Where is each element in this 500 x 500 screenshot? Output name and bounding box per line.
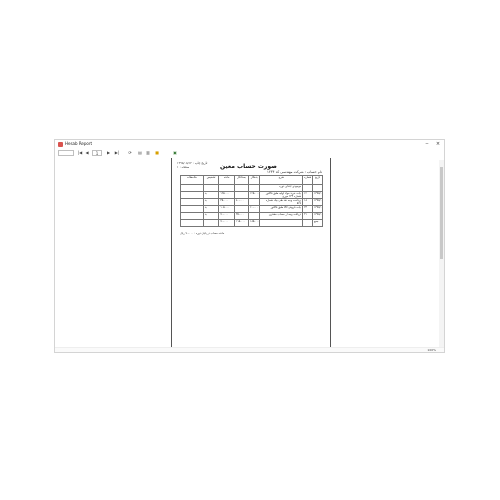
prev-page-button[interactable]: ◀	[84, 150, 90, 156]
window-title: Hesab Report	[65, 141, 93, 146]
table-cell	[302, 184, 314, 192]
table-row: بد ۱۲۵،۰۰۰ ۱۲۵،۰۰۰ بابت خرید مواد اولیه طبق…	[180, 191, 323, 199]
table-cell: ۱۸۵،۰۰۰	[248, 219, 261, 227]
scrollbar-thumb[interactable]	[440, 167, 443, 259]
table-cell: موجودی ابتدای دوره	[259, 184, 304, 192]
table-cell: ۱۸	[302, 198, 314, 206]
table-cell: بد	[202, 212, 220, 220]
close-button[interactable]: ×	[433, 140, 443, 149]
table-cell: ۴۵،۰۰۰	[218, 198, 235, 206]
column-header: مانده	[218, 175, 235, 185]
table-cell: ۱۰۵،۰۰۰	[218, 205, 235, 213]
minimize-button[interactable]: ‒	[422, 140, 432, 149]
table-cell	[248, 212, 261, 220]
table-cell	[180, 205, 204, 213]
export-icon[interactable]: ▣	[172, 150, 178, 156]
title-bar: Hesab Report ‒ ×	[55, 140, 444, 149]
table-cell	[302, 219, 314, 227]
page-number-input[interactable]: 1	[92, 150, 102, 156]
table-cell: ۱۲	[302, 191, 314, 199]
table-cell: ۳۱	[302, 212, 314, 220]
table-cell: بابت خرید مواد اولیه طبق فاکتور شماره ۲۳…	[259, 191, 304, 199]
table-row: موجودی ابتدای دوره	[180, 184, 323, 192]
first-page-button[interactable]: |◀	[77, 150, 83, 156]
table-cell	[218, 184, 235, 192]
vertical-scrollbar[interactable]	[439, 160, 444, 348]
page-setup-icon[interactable]: ▥	[145, 150, 151, 156]
table-header-row: ملاحظات تشخیص مانده بستانکار بدهکار شرح …	[180, 175, 323, 185]
table-cell	[233, 205, 250, 213]
table-cell: پرداخت وجه نقد طی چک شماره ۵۶۷	[259, 198, 304, 206]
save-icon[interactable]: ■	[154, 150, 160, 156]
table-row: بد ۷۰،۰۰۰ ۳۵،۰۰۰ دریافت وجه از حساب مشتری ۳۱…	[180, 212, 323, 220]
column-header: شماره	[302, 175, 314, 185]
table-row: بد ۱۰۵،۰۰۰ ۶۰،۰۰۰ بابت فروش کالا طبق فاکتور…	[180, 205, 323, 213]
column-header: شرح	[259, 175, 304, 185]
column-header: تشخیص	[202, 175, 220, 185]
table-cell: ۱۳۹۵/۰۳/۰۵	[312, 205, 323, 213]
table-cell: ۱۱۵،۰۰۰	[233, 219, 250, 227]
table-cell	[248, 198, 261, 206]
table-cell	[202, 184, 220, 192]
app-icon	[58, 142, 63, 147]
ledger-body: موجودی ابتدای دوره بد ۱۲۵،۰۰۰ ۱۲۵،۰۰۰ بابت خ…	[180, 184, 323, 227]
balance-footnote: مانده حساب در پایان دوره : ۷۰،۰۰۰ ریال	[180, 232, 225, 235]
table-cell	[180, 198, 204, 206]
column-header: بستانکار	[233, 175, 250, 185]
table-cell	[233, 184, 250, 192]
table-cell	[259, 219, 304, 227]
table-cell: جمع	[312, 219, 323, 227]
table-cell: ۱۳۹۵/۰۱/۱۵	[312, 191, 323, 199]
table-cell: ۶۰،۰۰۰	[248, 205, 261, 213]
page-number-label: صفحه : ۱	[177, 165, 190, 169]
totals-row: ۷۰،۰۰۰ ۱۱۵،۰۰۰ ۱۸۵،۰۰۰ جمع	[180, 219, 323, 227]
column-header: بدهکار	[248, 175, 261, 185]
table-cell: بد	[202, 191, 220, 199]
table-cell: ۱۳۹۵/۰۲/۱۰	[312, 198, 323, 206]
table-cell: بد	[202, 198, 220, 206]
last-page-button[interactable]: ▶|	[113, 150, 121, 156]
column-header: ملاحظات	[180, 175, 204, 185]
table-cell	[180, 219, 204, 227]
report-viewer-window: Hesab Report ‒ × |◀ ◀ 1 ▶ ▶| ⟳ ▤ ▥ ■ ▣ ت…	[54, 139, 445, 353]
next-page-button[interactable]: ▶	[105, 150, 112, 156]
table-cell: ۱۲۵،۰۰۰	[218, 191, 235, 199]
zoom-select[interactable]	[58, 150, 74, 156]
table-cell	[233, 191, 250, 199]
column-header: تاریخ	[312, 175, 323, 185]
table-cell: ۲۴	[302, 205, 314, 213]
report-page: تاریخ چاپ : ۱۳۹۵/۰۸/۱۲ صفحه : ۱ صورت حسا…	[171, 158, 331, 351]
toolbar: |◀ ◀ 1 ▶ ▶| ⟳ ▤ ▥ ■ ▣	[55, 149, 444, 158]
refresh-icon[interactable]: ⟳	[127, 150, 133, 156]
table-cell: ۷۰،۰۰۰	[218, 212, 235, 220]
print-icon[interactable]: ▤	[137, 150, 143, 156]
table-cell: ۱۳۹۵/۰۴/۲۰	[312, 212, 323, 220]
table-cell	[312, 184, 323, 192]
table-cell: ۸۰،۰۰۰	[233, 198, 250, 206]
report-canvas: تاریخ چاپ : ۱۳۹۵/۰۸/۱۲ صفحه : ۱ صورت حسا…	[55, 158, 444, 351]
account-name: نام حساب : شرکت مهندسی کد ۱۲۳۴	[267, 170, 322, 174]
table-row: بد ۴۵،۰۰۰ ۸۰،۰۰۰ پرداخت وجه نقد طی چک شماره…	[180, 198, 323, 206]
table-cell: بابت فروش کالا طبق فاکتور	[259, 205, 304, 213]
table-cell: ۱۲۵،۰۰۰	[248, 191, 261, 199]
status-bar: 100%	[55, 347, 444, 352]
table-cell: ۳۵،۰۰۰	[233, 212, 250, 220]
ledger-table: ملاحظات تشخیص مانده بستانکار بدهکار شرح …	[180, 175, 323, 227]
table-cell	[202, 219, 220, 227]
zoom-level: 100%	[427, 348, 436, 352]
table-cell	[180, 212, 204, 220]
table-cell: دریافت وجه از حساب مشتری	[259, 212, 304, 220]
table-cell: ۷۰،۰۰۰	[218, 219, 235, 227]
report-title: صورت حساب معین	[220, 163, 277, 170]
table-cell	[248, 184, 261, 192]
table-cell	[180, 191, 204, 199]
table-cell: بد	[202, 205, 220, 213]
table-cell	[180, 184, 204, 192]
